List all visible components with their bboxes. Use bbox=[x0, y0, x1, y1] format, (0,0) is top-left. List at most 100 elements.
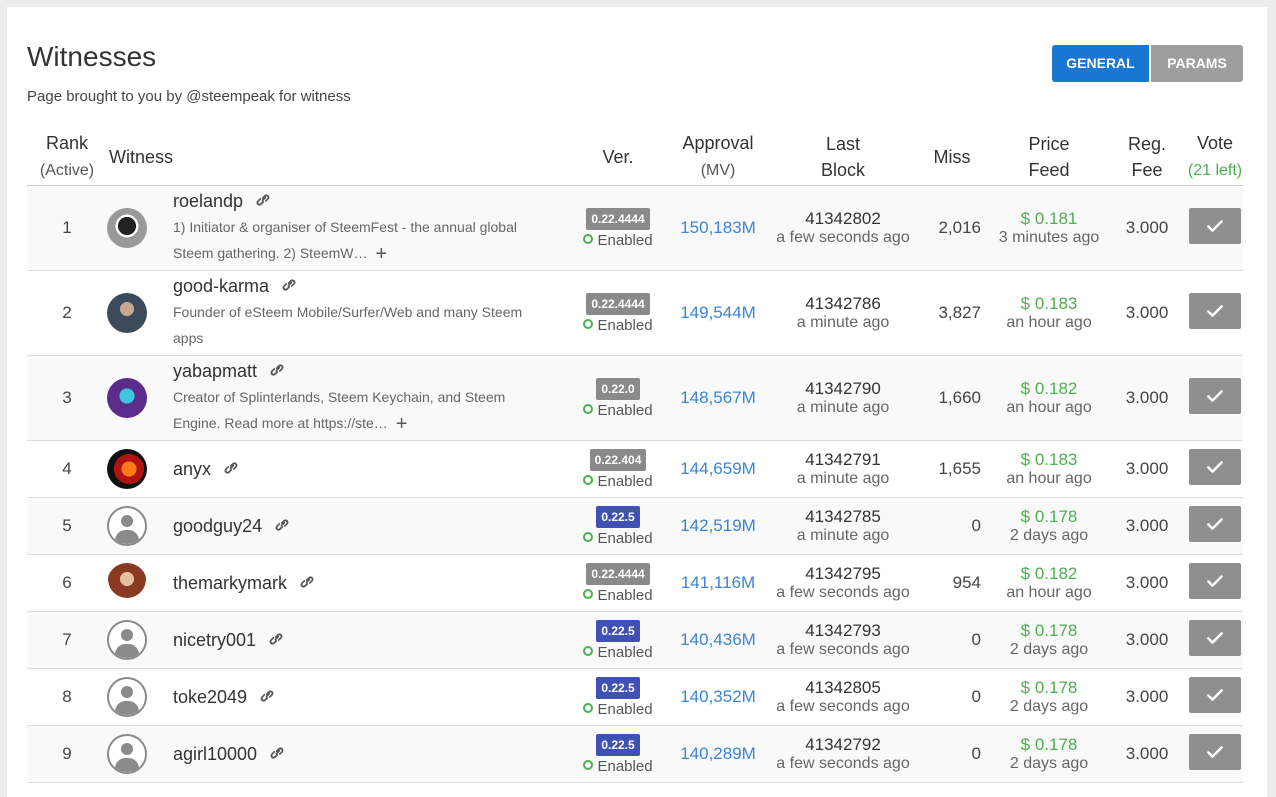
vote-button[interactable] bbox=[1189, 733, 1242, 770]
avatar-cell bbox=[107, 185, 173, 271]
status-dot-icon bbox=[583, 318, 594, 329]
rank-cell: 9 bbox=[27, 725, 107, 783]
rank-cell: 7 bbox=[27, 611, 107, 669]
link-icon[interactable] bbox=[257, 686, 277, 706]
default-avatar-icon[interactable] bbox=[107, 506, 147, 546]
link-icon[interactable] bbox=[267, 360, 287, 380]
default-avatar-icon[interactable] bbox=[107, 734, 147, 774]
vote-button[interactable] bbox=[1189, 619, 1242, 656]
status-dot-icon bbox=[583, 702, 594, 713]
link-icon[interactable] bbox=[272, 515, 292, 535]
approval-cell[interactable]: 142,519M bbox=[663, 497, 774, 555]
witness-cell: anyx bbox=[173, 440, 574, 498]
status-enabled: Enabled bbox=[573, 402, 663, 419]
avatar-cell bbox=[107, 270, 173, 356]
page-subtitle: Page brought to you by @steempeak for wi… bbox=[27, 88, 351, 105]
witness-row: 2 good-karma Founder of eSteem Mobile/Surf… bbox=[27, 270, 1244, 356]
witness-name[interactable]: roelandp bbox=[173, 191, 243, 211]
witness-name[interactable]: yabapmatt bbox=[173, 361, 257, 381]
link-icon[interactable] bbox=[253, 190, 273, 210]
link-icon[interactable] bbox=[221, 458, 241, 478]
avatar-cell bbox=[107, 668, 173, 726]
witness-description: Founder of eSteem Mobile/Surfer/Web and … bbox=[173, 304, 523, 346]
witness-name[interactable]: good-karma bbox=[173, 276, 269, 296]
witnesses-card: Witnesses Page brought to you by @steemp… bbox=[7, 7, 1267, 797]
witness-row: 3 yabapmatt Creator of Splinterlands, Stee… bbox=[27, 355, 1244, 441]
approval-cell[interactable]: 149,544M bbox=[663, 270, 774, 356]
miss-cell: 954 bbox=[913, 554, 992, 612]
approval-cell[interactable]: 148,567M bbox=[663, 355, 774, 441]
witness-row: 9 agirl10000 0.22.5 Enabled 140,289M 41342792… bbox=[27, 725, 1244, 783]
avatar[interactable] bbox=[107, 449, 147, 489]
price-feed-cell: $ 0.178 2 days ago bbox=[991, 725, 1108, 783]
view-toggle: GENERAL PARAMS bbox=[1052, 45, 1243, 82]
avatar-cell bbox=[107, 611, 173, 669]
witness-row: 5 goodguy24 0.22.5 Enabled 142,519M 41342785 a… bbox=[27, 497, 1244, 555]
header-rank: Rank (Active) bbox=[27, 128, 107, 186]
version-badge: 0.22.0 bbox=[596, 377, 640, 400]
header-price-feed: Price Feed bbox=[991, 128, 1108, 186]
version-cell: 0.22.4444 Enabled bbox=[573, 554, 664, 612]
avatar[interactable] bbox=[107, 208, 147, 248]
version-badge: 0.22.404 bbox=[589, 448, 647, 471]
avatar-cell bbox=[107, 554, 173, 612]
link-icon[interactable] bbox=[267, 743, 287, 763]
reg-fee-cell: 3.000 bbox=[1107, 554, 1188, 612]
vote-button[interactable] bbox=[1189, 562, 1242, 599]
rank-cell: 3 bbox=[27, 355, 107, 441]
expand-plus-icon[interactable]: + bbox=[376, 244, 388, 264]
approval-cell[interactable]: 150,183M bbox=[663, 185, 774, 271]
witness-name[interactable]: anyx bbox=[173, 459, 211, 479]
last-block-cell: 41342793 a few seconds ago bbox=[773, 611, 914, 669]
avatar[interactable] bbox=[107, 293, 147, 333]
version-cell: 0.22.4444 Enabled bbox=[573, 185, 664, 271]
last-block-cell: 41342792 a few seconds ago bbox=[773, 725, 914, 783]
default-avatar-icon[interactable] bbox=[107, 620, 147, 660]
approval-cell[interactable]: 140,352M bbox=[663, 668, 774, 726]
approval-cell[interactable]: 144,659M bbox=[663, 440, 774, 498]
witness-cell: themarkymark bbox=[173, 554, 574, 612]
tab-params[interactable]: PARAMS bbox=[1151, 45, 1243, 82]
price-feed-cell: $ 0.178 2 days ago bbox=[991, 668, 1108, 726]
vote-button[interactable] bbox=[1189, 377, 1242, 414]
version-badge: 0.22.5 bbox=[596, 676, 640, 699]
witness-cell: good-karma Founder of eSteem Mobile/Surfe… bbox=[173, 270, 574, 356]
avatar[interactable] bbox=[107, 378, 147, 418]
vote-button[interactable] bbox=[1189, 207, 1242, 244]
vote-cell bbox=[1187, 270, 1244, 356]
witness-row: 6 themarkymark 0.22.4444 Enabled 141,116M 413… bbox=[27, 554, 1244, 612]
status-enabled: Enabled bbox=[573, 473, 663, 490]
header-version: Ver. bbox=[573, 128, 664, 186]
witness-cell: roelandp 1) Initiator & organiser of Stee… bbox=[173, 185, 574, 271]
witness-row: 7 nicetry001 0.22.5 Enabled 140,436M 41342793… bbox=[27, 611, 1244, 669]
version-badge: 0.22.4444 bbox=[586, 562, 650, 585]
approval-cell[interactable]: 140,289M bbox=[663, 725, 774, 783]
last-block-cell: 41342791 a minute ago bbox=[773, 440, 914, 498]
vote-cell bbox=[1187, 497, 1244, 555]
rank-cell: 6 bbox=[27, 554, 107, 612]
witness-name[interactable]: agirl10000 bbox=[173, 744, 257, 764]
vote-button[interactable] bbox=[1189, 448, 1242, 485]
vote-button[interactable] bbox=[1189, 292, 1242, 329]
witness-name[interactable]: goodguy24 bbox=[173, 516, 262, 536]
link-icon[interactable] bbox=[266, 629, 286, 649]
default-avatar-icon[interactable] bbox=[107, 677, 147, 717]
link-icon[interactable] bbox=[297, 572, 317, 592]
approval-cell[interactable]: 141,116M bbox=[663, 554, 774, 612]
reg-fee-cell: 3.000 bbox=[1107, 497, 1188, 555]
avatar[interactable] bbox=[107, 563, 147, 603]
vote-button[interactable] bbox=[1189, 505, 1242, 542]
witness-name[interactable]: themarkymark bbox=[173, 573, 287, 593]
approval-cell[interactable]: 140,436M bbox=[663, 611, 774, 669]
witness-name[interactable]: toke2049 bbox=[173, 687, 247, 707]
status-enabled: Enabled bbox=[573, 232, 663, 249]
vote-button[interactable] bbox=[1189, 676, 1242, 713]
witness-name[interactable]: nicetry001 bbox=[173, 630, 256, 650]
link-icon[interactable] bbox=[279, 275, 299, 295]
price-feed-cell: $ 0.178 2 days ago bbox=[991, 497, 1108, 555]
tab-general[interactable]: GENERAL bbox=[1052, 45, 1149, 82]
witness-row: 8 toke2049 0.22.5 Enabled 140,352M 41342805 a … bbox=[27, 668, 1244, 726]
header-last-block: Last Block bbox=[773, 128, 914, 186]
price-feed-cell: $ 0.183 an hour ago bbox=[991, 440, 1108, 498]
expand-plus-icon[interactable]: + bbox=[396, 414, 408, 434]
